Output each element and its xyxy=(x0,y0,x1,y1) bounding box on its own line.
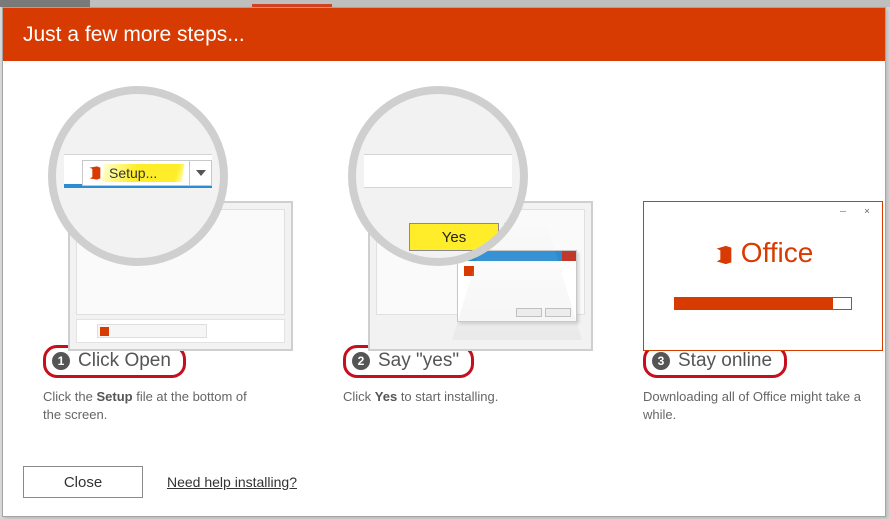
magnifier-content: Setup... xyxy=(64,154,212,188)
step-3-badge: 3 xyxy=(652,352,670,370)
setup-button-label: Setup... xyxy=(109,165,157,181)
browser-chrome-strip xyxy=(0,0,890,7)
dialog-title: Just a few more steps... xyxy=(23,23,245,46)
close-button[interactable]: Close xyxy=(23,466,143,498)
dialog-header: Just a few more steps... xyxy=(3,8,885,61)
step-3-title: Stay online xyxy=(678,350,772,372)
step-3-description: Downloading all of Office might take a w… xyxy=(643,388,863,424)
office-icon xyxy=(100,327,109,336)
dropdown-toggle xyxy=(189,161,211,185)
step-2-title: Say "yes" xyxy=(378,350,459,372)
step-3: – × Office 3 Stay online Downloading all… xyxy=(643,81,883,424)
monitor-taskbar xyxy=(76,319,285,343)
office-icon xyxy=(87,165,103,181)
chevron-down-icon xyxy=(196,170,206,176)
help-installing-link[interactable]: Need help installing? xyxy=(167,474,297,490)
yes-button-label: Yes xyxy=(442,229,466,246)
step-1-title: Click Open xyxy=(78,350,171,372)
window-controls: – × xyxy=(840,206,876,217)
install-progress-bar xyxy=(674,297,852,310)
install-progress-fill xyxy=(675,298,833,309)
office-brand-text: Office xyxy=(741,237,814,268)
chrome-dark-segment xyxy=(0,0,90,7)
install-steps-dialog: Just a few more steps... xyxy=(2,7,886,517)
office-installer-window: – × Office xyxy=(643,201,883,351)
office-icon xyxy=(713,244,735,266)
step-2-badge: 2 xyxy=(352,352,370,370)
step-2-description: Click Yes to start installing. xyxy=(343,388,563,406)
step-3-illustration: – × Office xyxy=(643,81,883,331)
yes-button: Yes xyxy=(409,223,499,251)
office-brand: Office xyxy=(644,237,882,269)
step-1-illustration: Setup... xyxy=(43,81,283,331)
step-1: Setup... 1 Click Open Click the Setup fi… xyxy=(43,81,283,424)
taskbar-download-item xyxy=(97,324,207,338)
step-2: Yes 2 Say "yes" Click Yes to start insta… xyxy=(343,81,583,424)
step-1-description: Click the Setup file at the bottom of th… xyxy=(43,388,263,424)
magnifier-content: Yes xyxy=(364,154,512,188)
setup-download-button: Setup... xyxy=(82,160,212,186)
magnifier-ring: Yes xyxy=(348,86,528,266)
step-2-illustration: Yes xyxy=(343,81,583,331)
magnifier-ring: Setup... xyxy=(48,86,228,266)
step-1-badge: 1 xyxy=(52,352,70,370)
steps-row: Setup... 1 Click Open Click the Setup fi… xyxy=(3,61,885,424)
dialog-footer: Close Need help installing? xyxy=(23,466,297,498)
